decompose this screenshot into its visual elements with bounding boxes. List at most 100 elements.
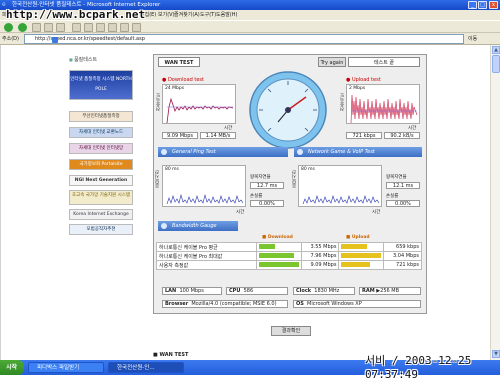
capture-stamp: 서비 / 2003-12-25 07:37:49 [365,354,472,381]
spec-os: OS Microsoft Windows XP [293,300,421,308]
banner-label: 차세대 인터넷 교환노드 [78,130,124,135]
bandwidth-bar: Bandwidth Gauge [158,221,238,231]
home-icon[interactable] [56,23,65,32]
menu-favorites[interactable]: 즐겨찾기(A) [174,10,200,20]
table-row: 하나로통신 케이블 Pro 최대값 7.96 Mbps 3.04 Mbps [156,251,422,261]
page-icon [52,37,58,43]
banner-label: 초고속 국가망 기술지원 시스템 [71,193,131,198]
banner-kix[interactable]: Korea Internet Exchange [69,209,133,220]
spec-lan: LAN 100 Mbps [162,287,222,295]
down-bar [258,244,275,249]
down-bar-cell [255,251,302,261]
down-bar [258,253,294,258]
download-xlabel: 시간 [224,126,233,131]
print-icon[interactable] [132,23,141,32]
forward-icon[interactable] [18,23,27,32]
section-title: 품질테스트 [69,56,97,63]
task-pdbox[interactable]: 피디박스 파일받기 [28,362,104,373]
maximize-button[interactable]: □ [478,1,487,9]
spec-cpu-label: CPU [229,288,241,294]
vertical-scrollbar[interactable]: ▲ ▼ [490,45,500,360]
favorites-icon[interactable] [84,23,93,32]
spec-clock-label: Clock [296,288,312,294]
results-table: 하나로통신 케이블 Pro 평균 3.55 Mbps 659 kbps 하나로통… [156,242,422,270]
banner-next-node[interactable]: 차세대 인터넷 교환노드 [69,127,133,138]
upload-header: ■ Upload [346,235,370,240]
up-bar [341,253,382,258]
up-bar [341,262,371,267]
start-button[interactable]: 시작 [0,360,24,375]
upload-graph: 2 Mbps [346,84,420,124]
scroll-thumb[interactable] [492,55,500,73]
spec-cpu-value: 586 [243,288,254,294]
banner-tech-support[interactable]: 초고속 국가망 기술지원 시스템 [69,190,133,205]
menu-view[interactable]: 보기(V) [158,10,175,20]
refresh-icon[interactable] [44,23,53,32]
spec-clock-value: 1830 MHz [314,288,340,294]
table-row: 하나로통신 케이블 Pro 평균 3.55 Mbps 659 kbps [156,242,422,252]
spec-ram: RAM ▶256 MB [359,287,421,295]
close-button[interactable]: x [489,1,498,9]
tab-test-end[interactable]: 테스트 끝 [348,57,420,67]
menu-tools[interactable]: 도구(T) [200,10,216,20]
ping-rtt-label: 왕복지연율 [250,175,271,180]
banner-next-net[interactable]: 차세대 인터넷 인터넷망 [69,143,133,154]
game-icon [297,149,303,155]
minimize-button[interactable]: _ [468,1,477,9]
down-bar-cell [255,260,302,270]
back-icon[interactable] [4,23,13,32]
up-value: 659 kbps [383,242,422,252]
try-again-button[interactable]: Try again [318,57,346,67]
download-speed: 9.09 Mbps [162,132,198,139]
row-label: 사용자 측정값 [156,260,257,270]
ping-xlabel: 시간 [236,210,245,215]
tab-wan-test[interactable]: WAN TEST [158,57,200,67]
banner-portal[interactable]: 국가정보화 Portalsite [69,159,133,170]
upload-xlabel: 시간 [408,126,417,131]
up-bar-cell [338,242,385,252]
history-icon[interactable] [108,23,117,32]
scroll-up-icon[interactable]: ▲ [492,46,500,54]
task-browser[interactable]: 한국전산원-인... [108,362,184,373]
download-bytes: 1.14 MB/s [200,132,236,139]
banner-busan[interactable]: 부산인터넷품질측정 [69,111,133,122]
speed-gauge [249,71,327,149]
up-value: 3.04 Mbps [383,251,422,261]
up-value: 721 kbps [383,260,422,270]
media-icon[interactable] [96,23,105,32]
down-value: 7.96 Mbps [300,251,340,261]
banner-label: NGI Next Generation [74,178,128,183]
search-icon[interactable] [72,23,81,32]
spec-ram-value: 256 MB [380,288,400,294]
mail-icon[interactable] [120,23,129,32]
game-loss-label: 손실률 [386,194,399,199]
table-row: 사용자 측정값 9.09 Mbps 721 kbps [156,260,422,270]
go-button[interactable]: 이동 [468,35,477,42]
banner-ngi[interactable]: NGI Next Generation [69,175,133,186]
banner-recommend[interactable]: 모범공직자추천 [69,224,133,235]
banner-northpole[interactable]: 인터넷 품질측정 시스템 NORTH POLE [69,70,133,100]
banner-label: 국가정보화 Portalsite [79,162,123,167]
address-bar: 주소(D) http://speed.nca.or.kr/speedtest/d… [0,33,500,45]
upload-title-text: Upload test [351,77,381,83]
footer-title: ■ WAN TEST [153,352,189,358]
task-label: 피디박스 파일받기 [37,365,80,371]
menu-help[interactable]: 도움말(H) [216,10,237,20]
task-label: 한국전산원-인... [117,365,155,371]
up-bar-cell [338,260,385,270]
ping-rtt: 12.7 ms [250,182,284,189]
game-rtt-label: 왕복지연율 [386,175,407,180]
stop-icon[interactable] [32,23,41,32]
spec-browser-value: Mozilla/4.0 (compatible; MSIE 6.0) [191,301,277,307]
game-test-label: Network Game & VoIP Test [308,149,375,155]
download-title-text: Download test [167,77,204,83]
up-bar-cell [338,251,385,261]
down-value: 9.09 Mbps [300,260,340,270]
down-bar [258,262,299,267]
spec-ram-label: RAM [362,288,375,294]
spec-lan-label: LAN [165,288,177,294]
address-input[interactable]: http://speed.nca.or.kr/speedtest/default… [24,34,464,44]
spec-lan-value: 100 Mbps [179,288,204,294]
upload-header-text: Upload [351,235,370,240]
confirm-result-button[interactable]: 결과확인 [271,326,311,336]
